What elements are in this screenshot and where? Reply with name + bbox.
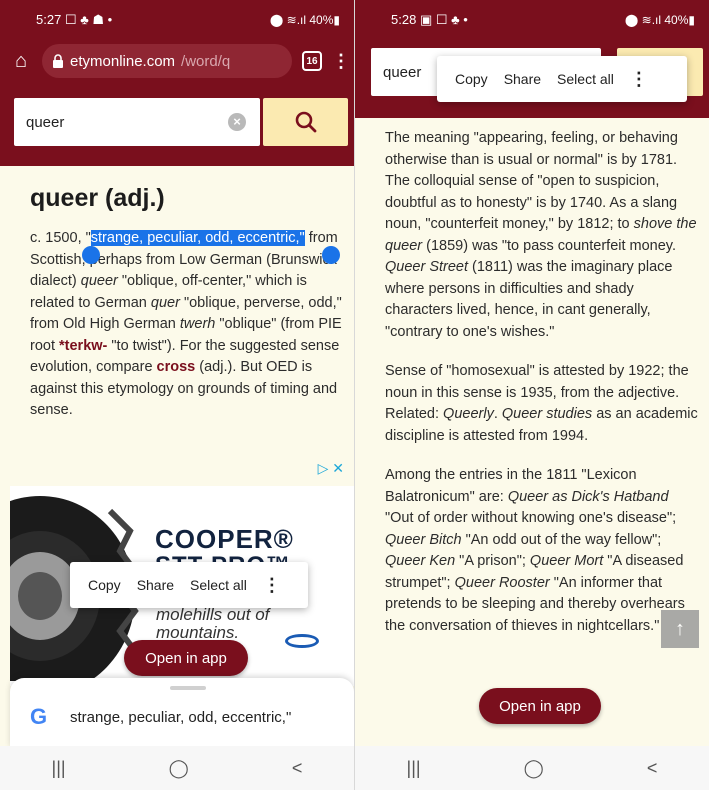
entry-text: "An odd out of the way fellow";	[461, 531, 662, 548]
search-input-value: queer	[26, 113, 65, 131]
entry-text: c. 1500, "	[30, 230, 91, 246]
status-bar: 5:27 ☐ ♣ ☗ • ⬤ ≋.ıl 40%▮	[0, 0, 354, 40]
entry-italic: Queer studies	[501, 406, 593, 422]
home-nav-icon[interactable]: ◯	[169, 758, 189, 779]
back-icon[interactable]: <	[647, 758, 658, 779]
open-in-app-button[interactable]: Open in app	[124, 640, 248, 676]
entry-italic: twerh	[179, 316, 216, 332]
system-status-icons: ⬤ ≋.ıl 40%▮	[624, 13, 695, 27]
system-status-icons: ⬤ ≋.ıl 40%▮	[269, 13, 340, 27]
entry-italic: Queer Ken	[385, 553, 456, 569]
entry-text: .	[493, 406, 502, 422]
entry-title: queer (adj.)	[30, 184, 165, 212]
ad-tagline: molehills out of mountains.	[156, 606, 269, 642]
ad-logo	[285, 634, 319, 648]
google-icon: G	[30, 704, 48, 729]
status-time: 5:27	[36, 12, 62, 27]
more-options-icon[interactable]: ⋮	[255, 575, 289, 596]
copy-button[interactable]: Copy	[447, 71, 496, 87]
entry-text: (1859) was "to pass counterfeit money.	[422, 237, 677, 254]
notification-icons: ☐ ♣ ☗ •	[64, 12, 113, 27]
select-all-button[interactable]: Select all	[182, 577, 255, 593]
lock-icon	[53, 54, 63, 68]
status-time: 5:28	[391, 12, 417, 27]
site-search-bar: queer ×	[0, 82, 354, 166]
entry-paragraph: The meaning "appearing, feeling, or beha…	[385, 128, 701, 343]
browser-toolbar: ⌂ etymonline.com/word/q 16 ⋮	[0, 40, 354, 82]
home-nav-icon[interactable]: ◯	[524, 758, 544, 779]
entry-body: The meaning "appearing, feeling, or beha…	[385, 128, 701, 655]
status-left: 5:27 ☐ ♣ ☗ •	[36, 12, 112, 28]
ad-brand: COOPER®	[155, 524, 294, 554]
selection-handle-end[interactable]	[322, 246, 340, 264]
copy-button[interactable]: Copy	[80, 577, 129, 593]
clear-icon[interactable]: ×	[228, 113, 246, 131]
url-domain: etymonline.com	[70, 52, 176, 70]
adchoices-icon[interactable]: ▷ ✕	[318, 460, 344, 477]
entry-italic: Queer as Dick's Hatband	[507, 488, 669, 505]
select-all-button[interactable]: Select all	[549, 71, 622, 87]
entry-italic: Queer Mort	[529, 553, 604, 569]
left-screen: 5:27 ☐ ♣ ☗ • ⬤ ≋.ıl 40%▮ ⌂ etymonline.co…	[0, 0, 354, 790]
entry-paragraph: Among the entries in the 1811 "Lexicon B…	[385, 465, 701, 637]
text-context-menu: Copy Share Select all ⋮	[70, 562, 308, 608]
xref-link-terkw[interactable]: *terkw-	[59, 338, 107, 354]
google-search-sheet[interactable]: G strange, peculiar, odd, eccentric,"	[10, 678, 354, 748]
more-options-icon[interactable]: ⋮	[622, 69, 656, 90]
selection-handle-start[interactable]	[82, 246, 100, 264]
entry-italic: quer	[150, 294, 180, 311]
open-in-app-button[interactable]: Open in app	[479, 688, 601, 724]
sheet-grip[interactable]	[170, 686, 206, 690]
search-input-value: queer	[383, 63, 422, 81]
recents-icon[interactable]: |||	[52, 758, 66, 779]
url-path: /word/q	[181, 52, 231, 70]
android-nav-bar: ||| ◯ <	[0, 746, 354, 790]
back-icon[interactable]: <	[292, 758, 303, 779]
entry-paragraph: Sense of "homosexual" is attested by 192…	[385, 361, 701, 447]
status-left: 5:28 ▣ ☐ ♣ •	[391, 12, 468, 28]
xref-link-cross[interactable]: cross	[157, 359, 196, 375]
selected-text[interactable]: strange, peculiar, odd, eccentric,"	[90, 230, 305, 246]
entry-italic: queer	[80, 273, 118, 289]
entry-italic: Queerly	[443, 406, 494, 422]
search-icon	[295, 111, 316, 133]
android-nav-bar: ||| ◯ <	[355, 746, 709, 790]
address-bar[interactable]: etymonline.com/word/q	[42, 44, 292, 78]
entry-italic: Queer Rooster	[454, 574, 550, 591]
tab-switcher-button[interactable]: 16	[302, 51, 322, 71]
entry-italic: Queer Street	[385, 259, 469, 275]
text-context-menu: Copy Share Select all ⋮	[437, 56, 687, 102]
search-button[interactable]	[263, 98, 348, 146]
notification-icons: ▣ ☐ ♣ •	[419, 12, 468, 27]
entry-body: c. 1500, "strange, peculiar, odd, eccent…	[30, 228, 348, 422]
share-button[interactable]: Share	[496, 71, 549, 87]
browser-menu-icon[interactable]: ⋮	[332, 51, 350, 72]
entry-text: "A prison";	[455, 553, 530, 569]
entry-italic: Queer Bitch	[385, 531, 462, 548]
share-button[interactable]: Share	[129, 577, 182, 593]
search-input[interactable]: queer ×	[14, 98, 260, 146]
status-bar: 5:28 ▣ ☐ ♣ • ⬤ ≋.ıl 40%▮	[355, 0, 709, 40]
home-icon[interactable]: ⌂	[10, 50, 32, 72]
recents-icon[interactable]: |||	[407, 758, 421, 779]
scroll-to-top-button[interactable]: ↑	[661, 610, 699, 648]
right-screen: 5:28 ▣ ☐ ♣ • ⬤ ≋.ıl 40%▮ queer Copy Shar…	[355, 0, 709, 790]
google-query-text: strange, peculiar, odd, eccentric,"	[70, 709, 292, 726]
entry-text: "Out of order without knowing one's dise…	[385, 510, 677, 526]
